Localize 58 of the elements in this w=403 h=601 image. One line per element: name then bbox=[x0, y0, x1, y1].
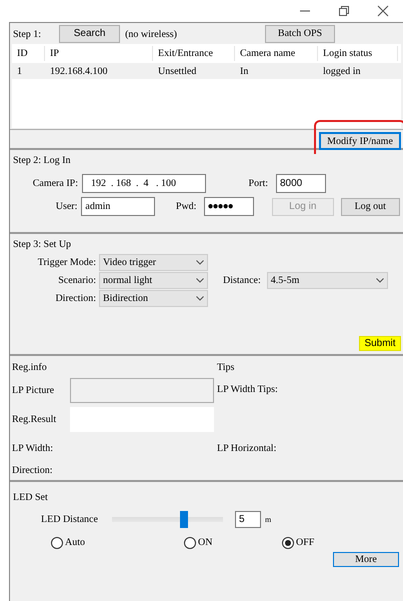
port-field[interactable]: 8000 bbox=[276, 174, 326, 193]
logout-button[interactable]: Log out bbox=[340, 198, 400, 216]
dropdown[interactable]: Video trigger bbox=[99, 254, 208, 271]
field-label: Distance: bbox=[223, 274, 262, 288]
distance-field[interactable]: 5 bbox=[235, 511, 261, 528]
field-label: Direction: bbox=[54, 292, 97, 306]
dropdown[interactable]: 4.5-5m bbox=[266, 272, 388, 289]
section-title: Step 3: Set Up bbox=[13, 238, 72, 252]
field-label: Direction: bbox=[12, 464, 54, 478]
batch-ops-button[interactable]: Batch OPS bbox=[265, 25, 335, 43]
restore-icon[interactable] bbox=[338, 5, 350, 17]
table-cell-text: In bbox=[239, 64, 250, 78]
status-text: (no wireless) bbox=[125, 28, 177, 42]
field-label: LP Picture bbox=[12, 384, 56, 398]
radio-option[interactable]: OFF bbox=[282, 535, 342, 550]
submit-button[interactable]: Submit bbox=[359, 336, 401, 351]
field-label: LP Horizontal: bbox=[217, 442, 278, 456]
field-label: Reg.Result bbox=[12, 413, 58, 427]
table-cell-text: logged in bbox=[322, 64, 362, 78]
radio-option[interactable]: Auto bbox=[51, 535, 184, 550]
user-field[interactable]: admin bbox=[81, 197, 155, 216]
close-icon[interactable] bbox=[377, 5, 389, 17]
field-label: Scenario: bbox=[57, 274, 97, 288]
field-label: Trigger Mode: bbox=[36, 256, 97, 270]
field-label: LP Width: bbox=[12, 442, 54, 456]
radio-option[interactable]: ON bbox=[184, 535, 282, 550]
column-header: IP bbox=[45, 46, 153, 61]
dropdown[interactable]: Bidirection bbox=[99, 290, 208, 307]
column-header: Exit/Entrance bbox=[153, 46, 235, 61]
caret-icon bbox=[196, 278, 204, 283]
section-title: Reg.info bbox=[12, 361, 48, 375]
section-title: Step 2: Log In bbox=[13, 154, 72, 168]
column-header: Camera name bbox=[235, 46, 318, 61]
field-label: Camera IP: bbox=[32, 177, 79, 191]
search-button[interactable]: Search bbox=[59, 25, 120, 43]
dropdown[interactable]: normal light bbox=[99, 272, 208, 289]
field-label: User: bbox=[54, 200, 78, 214]
unit-label: m bbox=[265, 514, 272, 526]
modify-button[interactable]: Modify IP/name bbox=[319, 132, 401, 150]
table-cell-text: 1 bbox=[16, 64, 23, 78]
more-button[interactable]: More bbox=[333, 552, 399, 567]
field-label: LP Width Tips: bbox=[217, 383, 278, 397]
caret-icon bbox=[196, 296, 204, 301]
ip-field[interactable]: 192 . 168 . 4 . 100 bbox=[82, 174, 206, 193]
column-header: Login status bbox=[318, 46, 398, 61]
column-header: ID bbox=[12, 46, 45, 61]
step-label: Step 1: bbox=[13, 28, 42, 42]
section-title: LED Set bbox=[13, 491, 49, 505]
slider-thumb[interactable] bbox=[180, 511, 188, 528]
section-title: Tips bbox=[217, 361, 236, 375]
field-label: Port: bbox=[248, 177, 269, 191]
table-cell-text: Unsettled bbox=[157, 64, 198, 78]
caret-icon bbox=[196, 260, 204, 265]
field-label: LED Distance bbox=[41, 513, 99, 527]
password-field[interactable]: ●●●●● bbox=[204, 197, 254, 216]
caret-icon bbox=[376, 278, 384, 283]
field-label: Pwd: bbox=[174, 200, 198, 214]
table-cell-text: 192.168.4.100 bbox=[49, 64, 108, 78]
